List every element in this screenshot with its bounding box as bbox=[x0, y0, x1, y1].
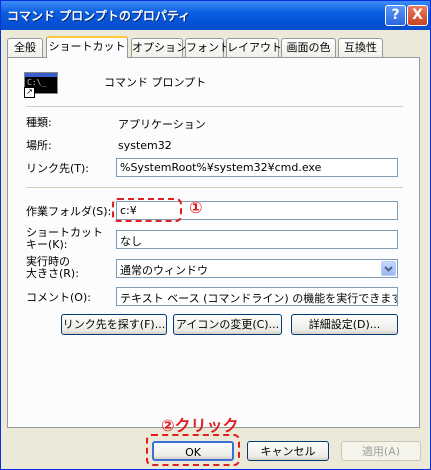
location-value: system32 bbox=[118, 139, 172, 152]
tab-colors[interactable]: 画面の色 bbox=[281, 38, 336, 57]
tab-options[interactable]: オプション bbox=[131, 38, 187, 57]
run-select-value: 通常のウィンドウ bbox=[120, 264, 208, 277]
apply-button[interactable]: 適用(A) bbox=[341, 441, 421, 461]
separator bbox=[26, 106, 403, 107]
step2-marker: ②クリック bbox=[161, 416, 239, 435]
tab-compatibility[interactable]: 互換性 bbox=[338, 38, 383, 57]
cancel-button[interactable]: キャンセル bbox=[247, 441, 329, 461]
target-label: リンク先(T): bbox=[26, 162, 90, 175]
close-button[interactable]: X bbox=[407, 5, 428, 26]
tab-layout[interactable]: レイアウト bbox=[226, 38, 282, 57]
chevron-down-icon[interactable] bbox=[381, 261, 396, 276]
comment-input[interactable]: テキスト ベース (コマンドライン) の機能を実行できます。 bbox=[116, 287, 398, 306]
step1-highlight bbox=[112, 198, 182, 222]
window-title: コマンド プロンプトのプロパティ bbox=[7, 9, 191, 23]
target-input[interactable]: %SystemRoot%¥system32¥cmd.exe bbox=[116, 158, 398, 177]
shortcut-name: コマンド プロンプト bbox=[104, 76, 207, 89]
properties-dialog: コマンド プロンプトのプロパティ ? X 全般 ショートカット オプション フォ… bbox=[0, 0, 431, 470]
shortcut-panel: C:\_ ↗ コマンド プロンプト 種類: アプリケーション 場所: syste… bbox=[7, 57, 420, 428]
run-select[interactable]: 通常のウィンドウ bbox=[116, 259, 398, 278]
ok-button[interactable]: OK bbox=[152, 441, 234, 461]
shortcut-key-label-line2: キー(K): bbox=[26, 238, 68, 251]
location-label: 場所: bbox=[26, 139, 52, 152]
startin-label: 作業フォルダ(S): bbox=[26, 205, 112, 218]
icon-prompt-text: C:\_ bbox=[27, 78, 47, 87]
advanced-button[interactable]: 詳細設定(D)... bbox=[291, 314, 398, 335]
comment-label: コメント(O): bbox=[26, 291, 91, 304]
type-value: アプリケーション bbox=[118, 118, 206, 131]
step1-marker: ① bbox=[189, 198, 203, 217]
type-label: 種類: bbox=[26, 116, 52, 129]
tab-general[interactable]: 全般 bbox=[7, 38, 43, 57]
tab-shortcut[interactable]: ショートカット bbox=[46, 36, 128, 58]
tab-font[interactable]: フォント bbox=[185, 38, 230, 57]
title-bar[interactable]: コマンド プロンプトのプロパティ ? X bbox=[1, 1, 430, 30]
change-icon-button[interactable]: アイコンの変更(C)... bbox=[173, 314, 282, 335]
separator bbox=[26, 187, 403, 188]
shortcut-key-input[interactable]: なし bbox=[116, 230, 398, 249]
find-target-button[interactable]: リンク先を探す(F)... bbox=[61, 314, 167, 335]
help-button[interactable]: ? bbox=[385, 5, 406, 26]
run-label-line2: 大きさ(R): bbox=[26, 267, 79, 280]
shortcut-arrow-icon: ↗ bbox=[24, 87, 35, 98]
